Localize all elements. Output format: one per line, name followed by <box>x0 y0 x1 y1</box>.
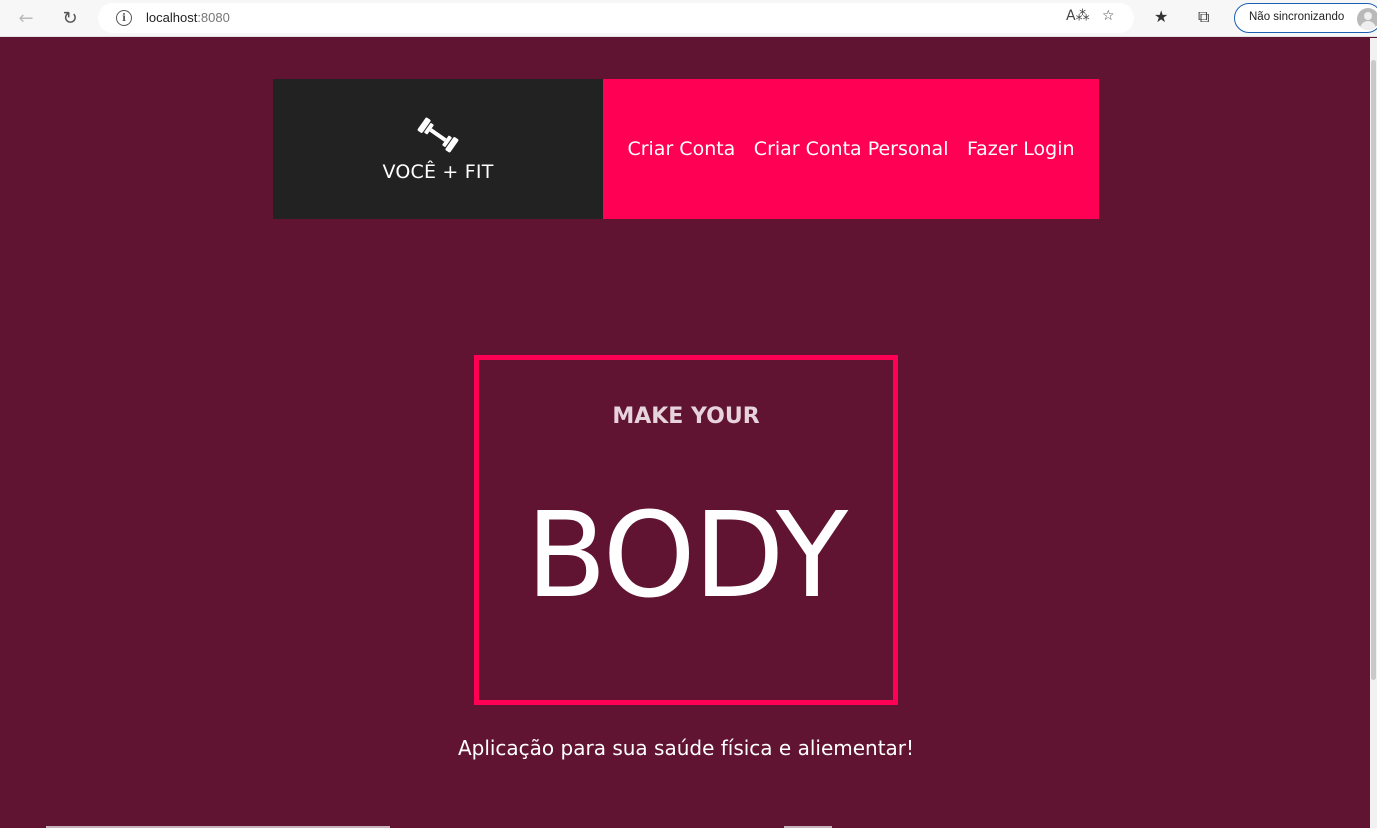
hero-box: MAKE YOUR BODY <box>474 355 898 705</box>
brand-logo[interactable]: VOCÊ + FIT <box>273 79 603 219</box>
site-navbar: VOCÊ + FIT Criar Conta Criar Conta Perso… <box>273 79 1099 219</box>
nav-link-criar-conta[interactable]: Criar Conta <box>627 138 735 160</box>
url-text[interactable]: localhost:8080 <box>146 10 230 25</box>
profile-button[interactable]: Não sincronizando <box>1234 3 1377 33</box>
reload-icon[interactable]: ↻ <box>58 6 82 30</box>
read-aloud-icon[interactable]: A⁂ <box>1066 8 1090 24</box>
scrollbar-thumb[interactable] <box>1371 60 1376 680</box>
hero-title: BODY <box>525 486 848 624</box>
nav-link-fazer-login[interactable]: Fazer Login <box>967 138 1075 160</box>
nav-menu: Criar Conta Criar Conta Personal Fazer L… <box>603 79 1099 219</box>
address-bar[interactable]: i localhost:8080 A⁂ ☆ <box>98 3 1134 33</box>
avatar-icon <box>1357 8 1377 30</box>
url-port: :8080 <box>197 10 230 25</box>
profile-label: Não sincronizando <box>1249 11 1345 23</box>
nav-link-criar-conta-personal[interactable]: Criar Conta Personal <box>754 138 949 160</box>
collections-icon[interactable]: ⧉ <box>1198 7 1209 27</box>
hero-subtitle: MAKE YOUR <box>612 404 760 429</box>
browser-toolbar: ← ↻ i localhost:8080 A⁂ ☆ ★ ⧉ Não sincro… <box>0 0 1377 37</box>
dumbbell-icon <box>417 117 459 153</box>
url-host: localhost <box>146 10 198 25</box>
favorites-icon[interactable]: ★ <box>1154 7 1168 26</box>
back-arrow-icon[interactable]: ← <box>14 6 38 30</box>
tagline: Aplicação para sua saúde física e alieme… <box>457 736 915 760</box>
add-favorite-icon[interactable]: ☆ <box>1102 8 1115 24</box>
brand-name: VOCÊ + FIT <box>382 161 494 183</box>
info-icon[interactable]: i <box>116 10 132 26</box>
